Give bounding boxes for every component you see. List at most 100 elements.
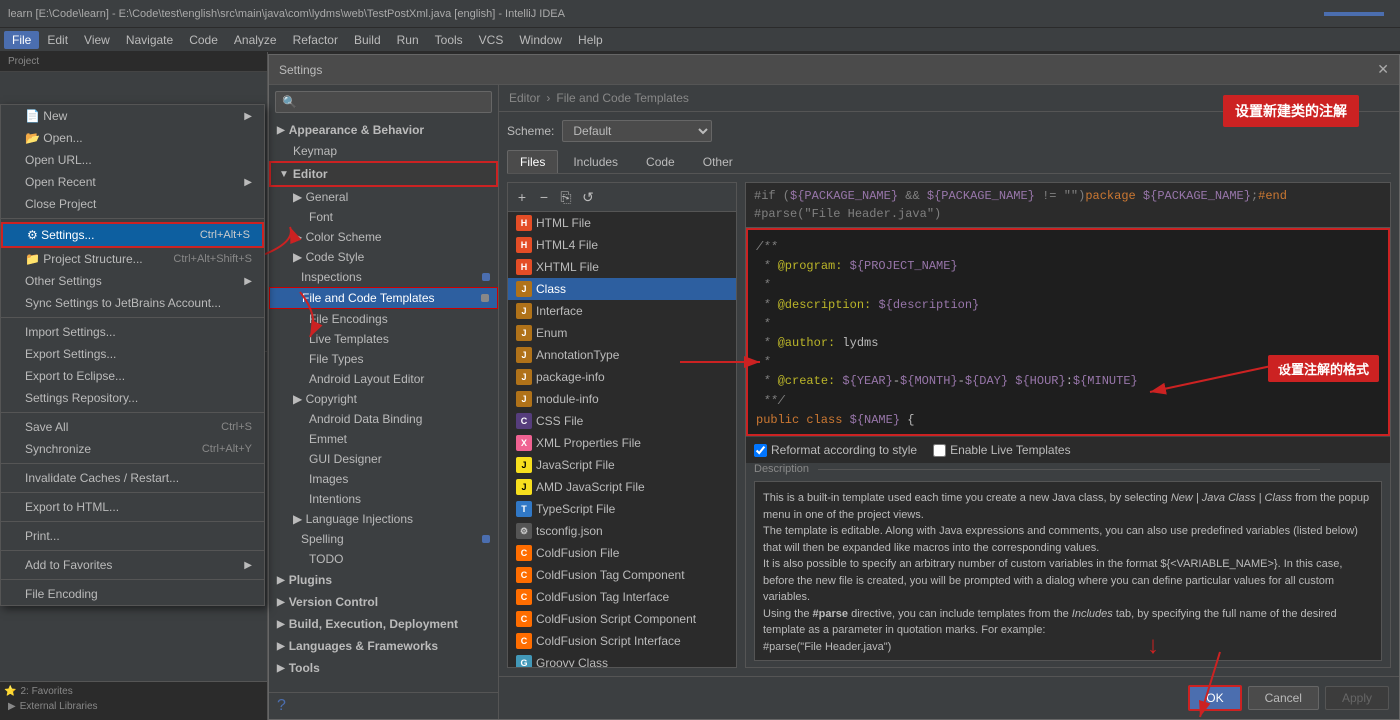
dropdown-close-project[interactable]: Close Project bbox=[1, 193, 264, 215]
file-item-package-info[interactable]: J package-info bbox=[508, 366, 736, 388]
menu-code[interactable]: Code bbox=[181, 31, 226, 49]
dropdown-export-html[interactable]: Export to HTML... bbox=[1, 496, 264, 518]
dropdown-sync-settings[interactable]: Sync Settings to JetBrains Account... bbox=[1, 292, 264, 314]
file-item-cf-script-component[interactable]: C ColdFusion Script Component bbox=[508, 608, 736, 630]
file-item-cf-tag-interface[interactable]: C ColdFusion Tag Interface bbox=[508, 586, 736, 608]
settings-close-button[interactable]: ✕ bbox=[1377, 61, 1389, 78]
menu-build[interactable]: Build bbox=[346, 31, 389, 49]
code-editor[interactable]: /** * @program: ${PROJECT_NAME} * * @des… bbox=[746, 228, 1390, 436]
menu-refactor[interactable]: Refactor bbox=[285, 31, 346, 49]
dropdown-other-settings[interactable]: Other Settings▶ bbox=[1, 270, 264, 292]
dropdown-open[interactable]: 📂 Open... bbox=[1, 127, 264, 149]
settings-language-injections[interactable]: ▶ Language Injections bbox=[269, 509, 498, 529]
settings-keymap[interactable]: Keymap bbox=[269, 141, 498, 161]
dropdown-invalidate-caches[interactable]: Invalidate Caches / Restart... bbox=[1, 467, 264, 489]
settings-live-templates[interactable]: Live Templates bbox=[269, 329, 498, 349]
settings-copyright[interactable]: ▶ Copyright bbox=[269, 389, 498, 409]
settings-appearance-behavior[interactable]: ▶ Appearance & Behavior bbox=[269, 119, 498, 141]
settings-build-execution[interactable]: ▶ Build, Execution, Deployment bbox=[269, 613, 498, 635]
file-item-annotation-type[interactable]: J AnnotationType bbox=[508, 344, 736, 366]
tab-code[interactable]: Code bbox=[633, 150, 688, 173]
settings-inspections[interactable]: Inspections bbox=[269, 267, 498, 287]
file-item-amd-javascript[interactable]: J AMD JavaScript File bbox=[508, 476, 736, 498]
tab-includes[interactable]: Includes bbox=[560, 150, 631, 173]
settings-file-encodings[interactable]: File Encodings bbox=[269, 309, 498, 329]
live-templates-checkbox[interactable] bbox=[933, 444, 946, 457]
menu-vcs[interactable]: VCS bbox=[471, 31, 512, 49]
tab-files[interactable]: Files bbox=[507, 150, 558, 173]
settings-file-types[interactable]: File Types bbox=[269, 349, 498, 369]
add-template-button[interactable]: + bbox=[512, 187, 532, 207]
file-item-tsconfig[interactable]: ⚙ tsconfig.json bbox=[508, 520, 736, 542]
dropdown-print[interactable]: Print... bbox=[1, 525, 264, 547]
reformat-checkbox[interactable] bbox=[754, 444, 767, 457]
dropdown-import-settings[interactable]: Import Settings... bbox=[1, 321, 264, 343]
dropdown-synchronize[interactable]: SynchronizeCtrl+Alt+Y bbox=[1, 438, 264, 460]
file-item-html4-file[interactable]: H HTML4 File bbox=[508, 234, 736, 256]
settings-android-data-binding[interactable]: Android Data Binding bbox=[269, 409, 498, 429]
settings-search-input[interactable] bbox=[275, 91, 492, 113]
settings-file-and-code-templates[interactable]: File and Code Templates bbox=[269, 287, 498, 309]
file-item-xml-properties[interactable]: X XML Properties File bbox=[508, 432, 736, 454]
dropdown-settings-repo[interactable]: Settings Repository... bbox=[1, 387, 264, 409]
sidebar-external-libraries[interactable]: ▶ External Libraries bbox=[8, 699, 259, 714]
help-icon[interactable]: ? bbox=[277, 697, 286, 714]
copy-template-button[interactable]: ⎘ bbox=[556, 187, 576, 207]
cancel-button[interactable]: Cancel bbox=[1248, 686, 1319, 710]
tab-other[interactable]: Other bbox=[690, 150, 746, 173]
ok-button[interactable]: OK bbox=[1188, 685, 1241, 711]
settings-spelling[interactable]: Spelling bbox=[269, 529, 498, 549]
settings-intentions[interactable]: Intentions bbox=[269, 489, 498, 509]
file-item-coldfusion[interactable]: C ColdFusion File bbox=[508, 542, 736, 564]
settings-color-scheme[interactable]: ▶ Color Scheme bbox=[269, 227, 498, 247]
dropdown-export-settings[interactable]: Export Settings... bbox=[1, 343, 264, 365]
menu-edit[interactable]: Edit bbox=[39, 31, 76, 49]
settings-gui-designer[interactable]: GUI Designer bbox=[269, 449, 498, 469]
settings-code-style[interactable]: ▶ Code Style bbox=[269, 247, 498, 267]
settings-android-layout-editor[interactable]: Android Layout Editor bbox=[269, 369, 498, 389]
settings-tools[interactable]: ▶ Tools bbox=[269, 657, 498, 679]
menu-navigate[interactable]: Navigate bbox=[118, 31, 181, 49]
menu-view[interactable]: View bbox=[76, 31, 118, 49]
menu-help[interactable]: Help bbox=[570, 31, 611, 49]
file-item-module-info[interactable]: J module-info bbox=[508, 388, 736, 410]
menu-window[interactable]: Window bbox=[511, 31, 570, 49]
dropdown-open-url[interactable]: Open URL... bbox=[1, 149, 264, 171]
file-item-enum[interactable]: J Enum bbox=[508, 322, 736, 344]
menu-file[interactable]: File bbox=[4, 31, 39, 49]
menu-tools[interactable]: Tools bbox=[427, 31, 471, 49]
file-item-xhtml-file[interactable]: H XHTML File bbox=[508, 256, 736, 278]
settings-images[interactable]: Images bbox=[269, 469, 498, 489]
file-item-cf-script-interface[interactable]: C ColdFusion Script Interface bbox=[508, 630, 736, 652]
settings-languages-frameworks[interactable]: ▶ Languages & Frameworks bbox=[269, 635, 498, 657]
settings-emmet[interactable]: Emmet bbox=[269, 429, 498, 449]
scheme-select[interactable]: Default bbox=[562, 120, 712, 142]
dropdown-export-eclipse[interactable]: Export to Eclipse... bbox=[1, 365, 264, 387]
file-item-class[interactable]: J Class bbox=[508, 278, 736, 300]
settings-version-control[interactable]: ▶ Version Control bbox=[269, 591, 498, 613]
dropdown-project-structure[interactable]: 📁 Project Structure...Ctrl+Alt+Shift+S bbox=[1, 248, 264, 270]
file-item-interface[interactable]: J Interface bbox=[508, 300, 736, 322]
dropdown-open-recent[interactable]: Open Recent▶ bbox=[1, 171, 264, 193]
reset-template-button[interactable]: ↺ bbox=[578, 187, 598, 207]
settings-editor-header[interactable]: ▼ Editor bbox=[269, 161, 498, 187]
file-item-javascript[interactable]: J JavaScript File bbox=[508, 454, 736, 476]
settings-plugins[interactable]: ▶ Plugins bbox=[269, 569, 498, 591]
settings-general[interactable]: ▶ General bbox=[269, 187, 498, 207]
menu-run[interactable]: Run bbox=[389, 31, 427, 49]
apply-button[interactable]: Apply bbox=[1325, 686, 1389, 710]
settings-todo[interactable]: TODO bbox=[269, 549, 498, 569]
remove-template-button[interactable]: − bbox=[534, 187, 554, 207]
menu-analyze[interactable]: Analyze bbox=[226, 31, 285, 49]
dropdown-add-favorites[interactable]: Add to Favorites▶ bbox=[1, 554, 264, 576]
file-item-cf-tag-component[interactable]: C ColdFusion Tag Component bbox=[508, 564, 736, 586]
dropdown-file-encoding[interactable]: File Encoding bbox=[1, 583, 264, 605]
settings-font[interactable]: Font bbox=[269, 207, 498, 227]
file-item-css-file[interactable]: C CSS File bbox=[508, 410, 736, 432]
dropdown-new[interactable]: 📄 New▶ bbox=[1, 105, 264, 127]
file-item-typescript[interactable]: T TypeScript File bbox=[508, 498, 736, 520]
file-item-html-file[interactable]: H HTML File bbox=[508, 212, 736, 234]
dropdown-save-all[interactable]: Save AllCtrl+S bbox=[1, 416, 264, 438]
file-item-groovy-class[interactable]: G Groovy Class bbox=[508, 652, 736, 668]
dropdown-settings[interactable]: ⚙ Settings...Ctrl+Alt+S bbox=[1, 222, 264, 248]
